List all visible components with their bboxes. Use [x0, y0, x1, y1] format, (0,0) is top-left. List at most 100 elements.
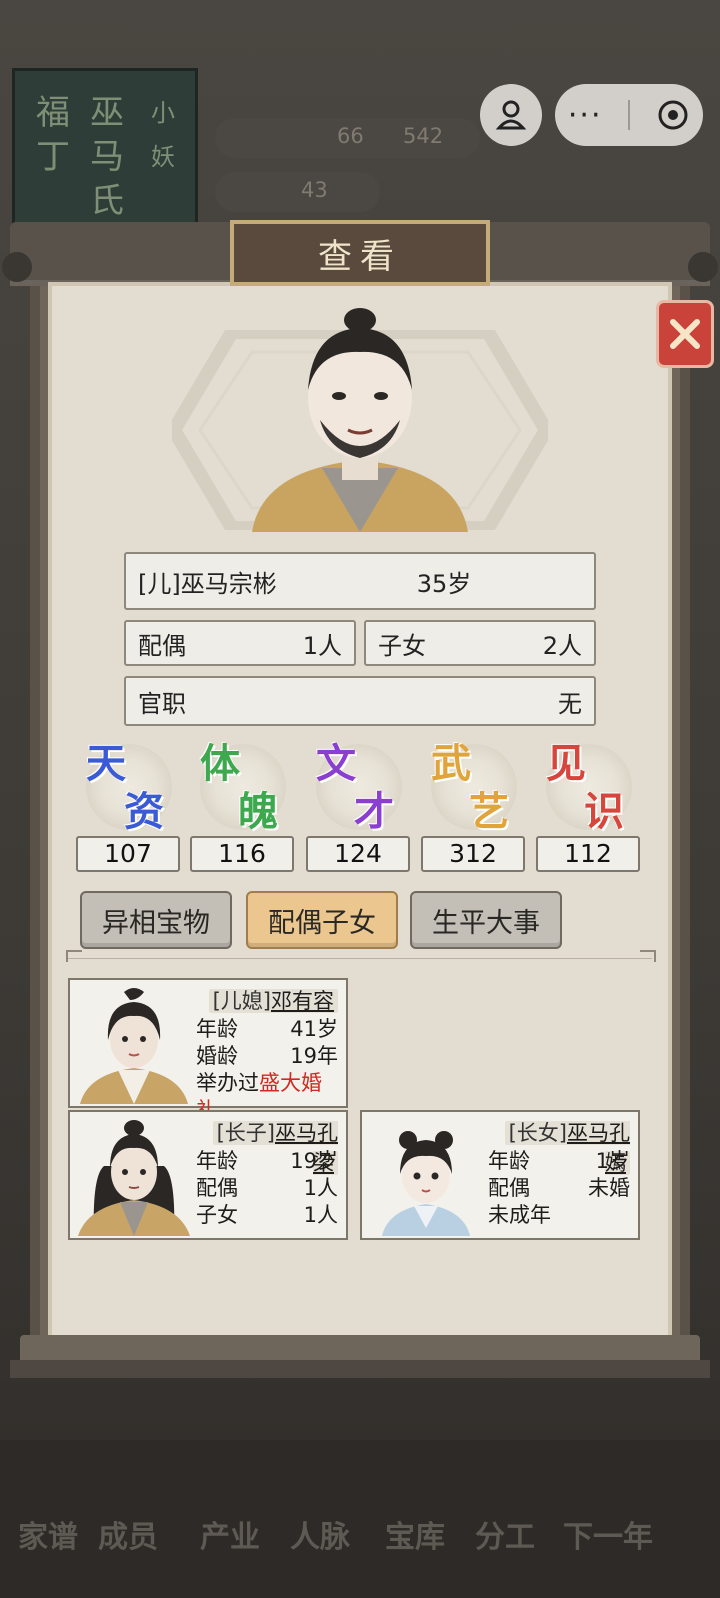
tab-life-events[interactable]: 生平大事 [410, 891, 562, 949]
spouse-label: 配偶 [488, 1176, 530, 1200]
attr-knowledge: 见 识 112 [536, 738, 640, 878]
spouse-label: 配偶 [196, 1176, 238, 1200]
attr-char: 资 [124, 788, 164, 835]
member-age-row: 年龄 1岁 [488, 1148, 630, 1175]
member-age-row: 年龄 41岁 [196, 1016, 338, 1043]
note-prefix: 举办过 [196, 1071, 259, 1095]
close-button[interactable] [656, 300, 714, 368]
book-column: 福丁 [36, 93, 70, 177]
nav-family-tree: 家谱 [18, 1520, 78, 1555]
children-label: 子女 [378, 631, 426, 660]
panel-base-shadow [10, 1360, 710, 1378]
spouse-value: 未婚 [588, 1176, 630, 1200]
member-card-eldest-daughter[interactable]: [长女]巫马孔嫣 年龄 1岁 配偶 未婚 未成年 [360, 1110, 640, 1240]
attr-char: 武 [431, 740, 471, 787]
member-spouse-row: 配偶 未婚 [488, 1175, 630, 1202]
member-name-row: [长子]巫马孔梁 [196, 1118, 338, 1175]
nav-treasury: 宝库 [385, 1520, 445, 1555]
food-count: 43 [301, 178, 328, 202]
member-card-daughter-in-law[interactable]: [儿媳]邓有容 年龄 41岁 婚龄 19年 举办过盛大婚礼 [68, 978, 348, 1122]
section-divider [68, 958, 652, 959]
tab-treasures[interactable]: 异相宝物 [80, 891, 232, 949]
spouse-label: 配偶 [138, 631, 186, 660]
member-note: 未成年 [488, 1203, 551, 1227]
nav-network: 人脉 [290, 1520, 350, 1555]
marriage-value: 19年 [290, 1044, 338, 1068]
divider-ornament [640, 950, 656, 962]
eldest-son-avatar [78, 1120, 190, 1236]
character-portrait [252, 308, 468, 532]
tab-spouse-children[interactable]: 配偶子女 [246, 891, 398, 949]
user-icon [495, 100, 527, 130]
daughter-in-law-avatar [80, 988, 188, 1104]
attr-char: 天 [86, 740, 126, 787]
eldest-daughter-avatar [382, 1131, 470, 1236]
dialog-title: 查看 [230, 220, 490, 286]
member-marriage-row: 婚龄 19年 [196, 1043, 338, 1070]
attr-char: 魄 [238, 788, 278, 835]
attr-char: 才 [354, 788, 394, 835]
copper-count: 66 [337, 124, 364, 148]
attr-value: 312 [421, 836, 525, 872]
children-value: 2人 [542, 631, 582, 660]
attr-char: 识 [584, 788, 624, 835]
age-label: 年龄 [196, 1149, 238, 1173]
capsule-divider [628, 100, 631, 130]
member-note: 举办过盛大婚礼 [196, 1070, 338, 1122]
silver-count: 542 [403, 124, 444, 148]
attr-martial: 武 艺 312 [421, 738, 525, 878]
attr-char: 见 [546, 740, 586, 787]
person-name: [儿]巫马宗彬 [138, 569, 277, 598]
spouse-value: 1人 [302, 631, 342, 660]
member-name: 邓有容 [271, 989, 334, 1013]
nav-next-year: 下一年 [563, 1520, 653, 1555]
currency-bar: 66 542 [215, 118, 480, 158]
family-book: 福丁 巫马氏 小妖 [12, 68, 198, 234]
age-label: 年龄 [196, 1017, 238, 1041]
close-miniprogram-icon[interactable] [656, 98, 690, 132]
children-count-row: 子女 2人 [364, 620, 596, 666]
member-relation: [长子] [216, 1121, 275, 1145]
more-icon[interactable]: ··· [568, 98, 603, 133]
attr-talent: 天 资 107 [76, 738, 180, 878]
member-card-eldest-son[interactable]: [长子]巫马孔梁 年龄 19岁 配偶 1人 子女 1人 [68, 1110, 348, 1240]
office-value: 无 [558, 689, 582, 718]
spouse-count-row: 配偶 1人 [124, 620, 356, 666]
age-value: 41岁 [290, 1017, 338, 1041]
attr-char: 文 [316, 740, 356, 787]
food-bar: 43 [215, 172, 380, 212]
age-label: 年龄 [488, 1149, 530, 1173]
office-label: 官职 [138, 689, 186, 718]
age-value: 19岁 [290, 1149, 338, 1173]
member-spouse-row: 配偶 1人 [196, 1175, 338, 1202]
attr-literary: 文 才 124 [306, 738, 410, 878]
member-relation: [长女] [508, 1121, 567, 1145]
capsule-menu: ··· [555, 84, 703, 146]
age-value: 1岁 [595, 1149, 630, 1173]
profile-button[interactable] [480, 84, 542, 146]
children-value: 1人 [303, 1203, 338, 1227]
office-row: 官职 无 [124, 676, 596, 726]
attr-value: 124 [306, 836, 410, 872]
close-icon [670, 319, 700, 349]
nav-members: 成员 [98, 1520, 158, 1555]
member-name-row: [儿媳]邓有容 [196, 986, 338, 1016]
member-age-row: 年龄 19岁 [196, 1148, 338, 1175]
attr-char: 体 [200, 740, 240, 787]
attr-physique: 体 魄 116 [190, 738, 294, 878]
book-column: 巫马氏 [90, 93, 124, 221]
children-label: 子女 [196, 1203, 238, 1227]
divider-ornament [66, 950, 82, 962]
attr-value: 107 [76, 836, 180, 872]
member-info: [儿媳]邓有容 年龄 41岁 婚龄 19年 举办过盛大婚礼 [196, 986, 338, 1122]
marriage-label: 婚龄 [196, 1044, 238, 1068]
nav-assignment: 分工 [475, 1520, 535, 1555]
attr-value: 116 [190, 836, 294, 872]
member-info: [长子]巫马孔梁 年龄 19岁 配偶 1人 子女 1人 [196, 1118, 338, 1229]
nav-industry: 产业 [200, 1520, 260, 1555]
person-name-row: [儿]巫马宗彬 35岁 [124, 552, 596, 610]
spouse-value: 1人 [303, 1176, 338, 1200]
attr-char: 艺 [469, 788, 509, 835]
book-column: 小妖 [151, 99, 175, 171]
member-relation: [儿媳] [212, 989, 271, 1013]
